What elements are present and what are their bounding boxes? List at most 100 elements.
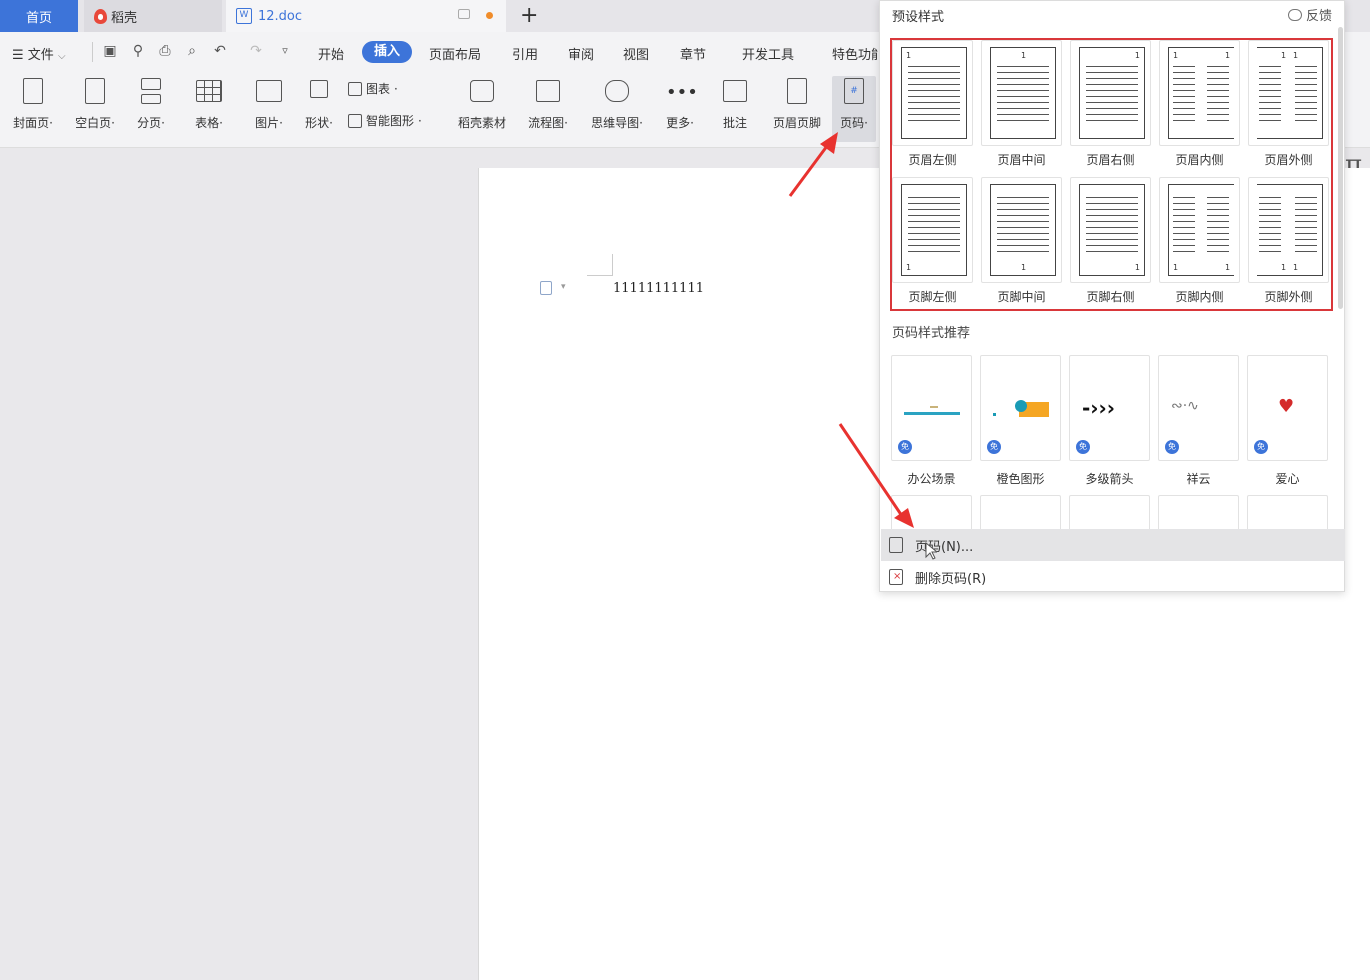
material-button[interactable]: 稻壳素材: [452, 76, 512, 142]
menu-view[interactable]: 视图: [623, 44, 649, 63]
preset-thumbnail: 1: [892, 40, 973, 146]
recommend-item-partial[interactable]: [1158, 495, 1239, 529]
more-icon: •••: [666, 82, 698, 103]
preset-label: 页脚外侧: [1264, 290, 1313, 304]
preset-header-center[interactable]: 1 页眉中间: [981, 40, 1062, 168]
free-badge: 免: [1076, 440, 1090, 454]
customize-icon[interactable]: ▿: [277, 43, 293, 59]
preset-label: 页眉中间: [997, 153, 1046, 167]
preset-footer-center[interactable]: 1 页脚中间: [981, 177, 1062, 305]
preset-label: 页脚左侧: [908, 290, 957, 304]
chart-button[interactable]: 图表 ·: [348, 80, 398, 97]
recommend-item-partial[interactable]: [1069, 495, 1150, 529]
page-number-menu-item[interactable]: 页码(N)...: [881, 529, 1345, 561]
header-footer-icon: [783, 78, 811, 108]
comment-icon: [721, 80, 749, 110]
preset-header-left[interactable]: 1 页眉左侧: [892, 40, 973, 168]
blank-page-button[interactable]: 空白页·: [68, 76, 122, 142]
menu-reference[interactable]: 引用: [512, 44, 538, 63]
preset-label: 页眉左侧: [908, 153, 957, 167]
tab-daoke[interactable]: 稻壳: [84, 0, 222, 32]
menu-home[interactable]: 开始: [318, 44, 344, 63]
file-menu[interactable]: ☰ 文件 ⌵: [12, 44, 66, 63]
smartart-button[interactable]: 智能图形 ·: [348, 112, 422, 129]
more-button[interactable]: ••• 更多·: [658, 76, 702, 142]
preset-header-right[interactable]: 1 页眉右侧: [1070, 40, 1151, 168]
page-number-dropdown: 预设样式 反馈 1 页眉左侧 1 页眉中间 1 页眉右侧 1 1 页眉内侧 1: [879, 0, 1345, 592]
preset-styles-title: 预设样式: [892, 10, 945, 25]
redo-icon[interactable]: ↷: [248, 43, 264, 59]
recommend-multilevel-arrow[interactable]: -››› 免: [1069, 355, 1150, 461]
table-button[interactable]: 表格·: [186, 76, 232, 142]
menu-special[interactable]: 特色功能: [832, 44, 878, 63]
preset-footer-inside[interactable]: 1 1 页脚内侧: [1159, 177, 1240, 305]
comment-button[interactable]: 批注: [714, 76, 756, 142]
cover-page-button[interactable]: 封面页·: [6, 76, 60, 142]
document-text[interactable]: 11111111111: [613, 281, 704, 296]
feedback-link[interactable]: 反馈: [1287, 5, 1332, 24]
recommend-item-partial[interactable]: [980, 495, 1061, 529]
preset-thumbnail: 1: [1070, 40, 1151, 146]
free-badge: 免: [1254, 440, 1268, 454]
annotation-arrow-icon: [838, 423, 914, 528]
blank-page-label: 空白页: [75, 116, 112, 130]
word-doc-icon: W: [236, 8, 252, 24]
recommend-label: 橙色图形: [996, 472, 1045, 486]
preset-thumbnail: 1: [892, 177, 973, 283]
preset-header-outside[interactable]: 1 1 页眉外侧: [1248, 40, 1329, 168]
picture-button[interactable]: 图片·: [246, 76, 292, 142]
menu-insert[interactable]: 插入: [362, 41, 412, 63]
picture-icon: [255, 80, 283, 110]
menu-developer[interactable]: 开发工具: [742, 44, 794, 63]
flowchart-button[interactable]: 流程图·: [522, 76, 574, 142]
recommend-label: 祥云: [1186, 472, 1211, 486]
preset-thumbnail: 1 1: [1159, 40, 1240, 146]
page-number-menu-label: 页码(N)...: [915, 539, 974, 555]
preset-footer-right[interactable]: 1 页脚右侧: [1070, 177, 1151, 305]
preset-footer-outside[interactable]: 1 1 页脚外侧: [1248, 177, 1329, 305]
preset-thumbnail: 1: [981, 177, 1062, 283]
recommend-orange-shape[interactable]: 免: [980, 355, 1061, 461]
mindmap-label: 思维导图: [591, 116, 640, 130]
delete-page-number-menu-item[interactable]: 删除页码(R): [881, 561, 1345, 593]
recommend-item-partial[interactable]: [1247, 495, 1328, 529]
print-icon[interactable]: ⎙: [157, 43, 173, 59]
tab-document[interactable]: W 12.doc: [226, 0, 506, 32]
delete-page-number-label: 删除页码(R): [915, 571, 987, 587]
preset-label: 页脚右侧: [1086, 290, 1135, 304]
shape-button[interactable]: 形状·: [296, 76, 342, 142]
preset-thumbnail: 1: [1070, 177, 1151, 283]
unsaved-dot-icon: [486, 12, 493, 19]
preset-footer-left[interactable]: 1 页脚左侧: [892, 177, 973, 305]
new-tab-button[interactable]: +: [520, 3, 538, 28]
feedback-label: 反馈: [1305, 9, 1332, 24]
mindmap-button[interactable]: 思维导图·: [584, 76, 650, 142]
office-scene-graphic: [904, 412, 960, 415]
margin-corner-mark: [587, 254, 613, 276]
page-break-label: 分页: [137, 116, 162, 130]
flowchart-label: 流程图: [528, 116, 565, 130]
blank-page-icon: [81, 78, 109, 108]
save-icon[interactable]: ▣: [102, 43, 118, 59]
monitor-icon[interactable]: [458, 9, 470, 19]
undo-icon[interactable]: ↶: [212, 43, 228, 59]
print-preview-icon[interactable]: ⌕: [184, 43, 200, 59]
menu-review[interactable]: 审阅: [568, 44, 594, 63]
preset-header-inside[interactable]: 1 1 页眉内侧: [1159, 40, 1240, 168]
file-menu-label: 文件: [27, 48, 54, 63]
format-painter-icon[interactable]: ⚲: [130, 43, 146, 59]
daoke-flame-icon: [94, 8, 107, 24]
recommend-heart[interactable]: ♥ 免: [1247, 355, 1328, 461]
tab-home[interactable]: 首页: [0, 0, 78, 32]
menu-chapter[interactable]: 章节: [680, 44, 706, 63]
recommend-auspicious-cloud[interactable]: ∾·∿ 免: [1158, 355, 1239, 461]
chevron-down-icon[interactable]: ▾: [561, 282, 566, 292]
dropdown-scrollbar[interactable]: [1338, 27, 1343, 309]
page-break-button[interactable]: 分页·: [128, 76, 174, 142]
document-icon[interactable]: [540, 281, 552, 295]
more-label: 更多: [666, 116, 691, 130]
feedback-bubble-icon: [1287, 8, 1302, 21]
menu-layout[interactable]: 页面布局: [429, 44, 481, 63]
office-scene-graphic: [930, 406, 938, 408]
cover-page-icon: [19, 78, 47, 108]
